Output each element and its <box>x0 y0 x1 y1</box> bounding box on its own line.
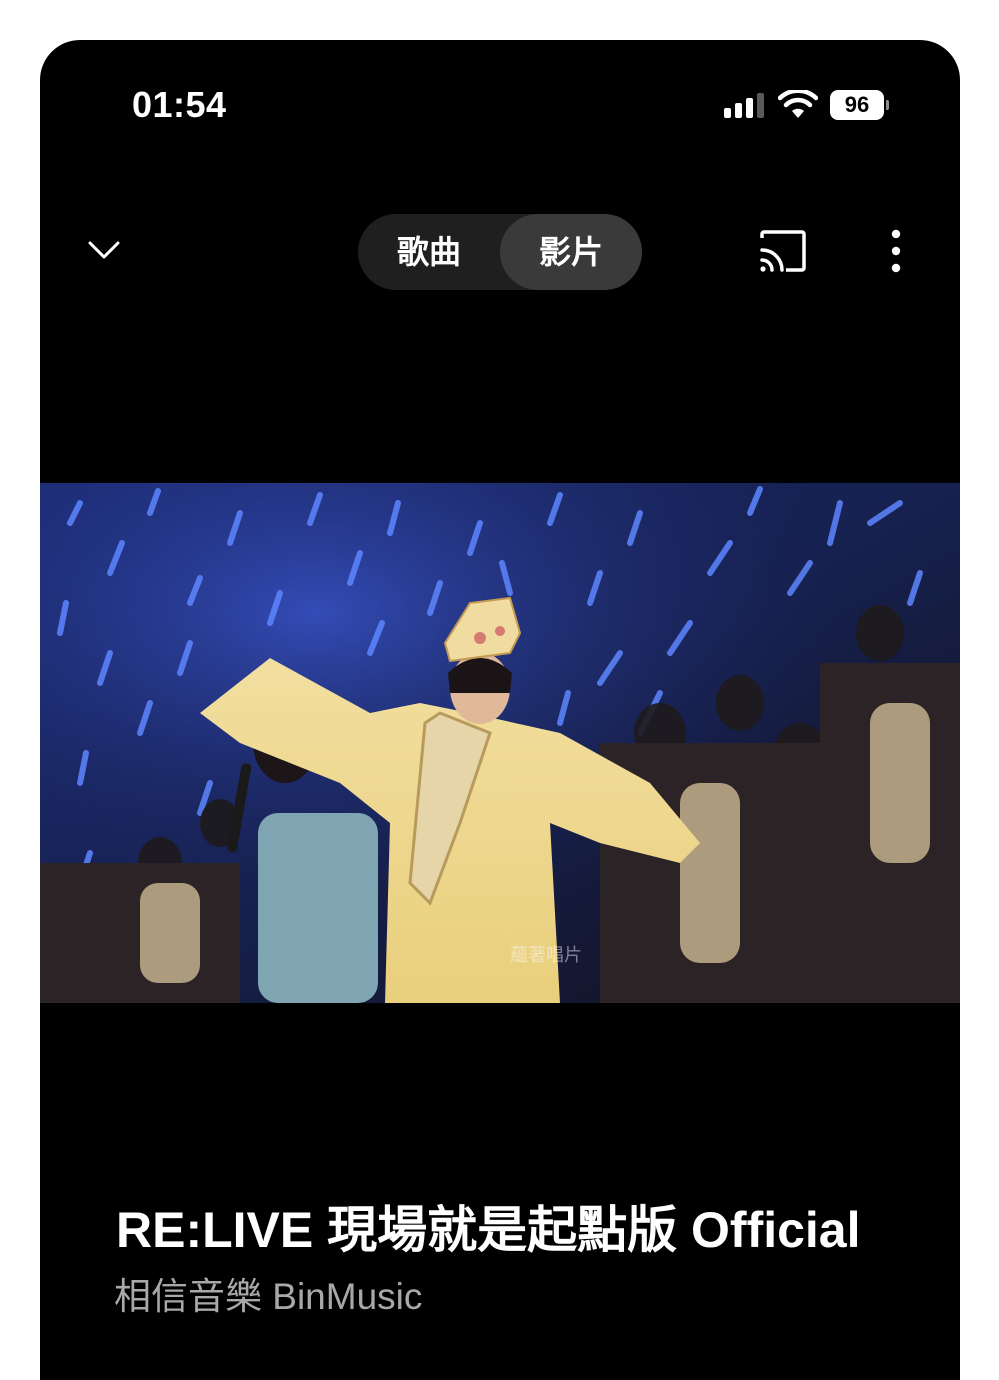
more-vertical-icon[interactable] <box>878 224 914 278</box>
cast-icon[interactable] <box>756 228 810 274</box>
tab-songs[interactable]: 歌曲 <box>358 214 500 290</box>
chevron-down-icon[interactable] <box>82 228 126 272</box>
status-bar: 01:54 96 <box>40 40 960 160</box>
now-playing-screen: 01:54 96 歌曲 影片 蘊著唱片 RE:LIVE 現場就是起點版 Offi… <box>40 40 960 1380</box>
tab-videos[interactable]: 影片 <box>500 214 642 290</box>
video-thumbnail: 蘊著唱片 <box>40 483 960 1003</box>
artist-name[interactable]: 相信音樂 BinMusic <box>114 1266 422 1320</box>
wifi-icon <box>778 90 818 118</box>
battery-icon: 96 <box>830 90 889 120</box>
battery-level: 96 <box>830 90 884 120</box>
song-title: RE:LIVE 現場就是起點版 Official <box>116 1202 861 1258</box>
battery-tip <box>886 100 889 110</box>
video-watermark: 蘊著唱片 <box>510 945 582 965</box>
player-top-bar: 歌曲 影片 <box>40 210 960 292</box>
status-time: 01:54 <box>132 84 227 125</box>
signal-icon <box>724 93 764 118</box>
song-video-toggle: 歌曲 影片 <box>358 214 642 290</box>
video-player[interactable]: 蘊著唱片 <box>40 483 960 1003</box>
